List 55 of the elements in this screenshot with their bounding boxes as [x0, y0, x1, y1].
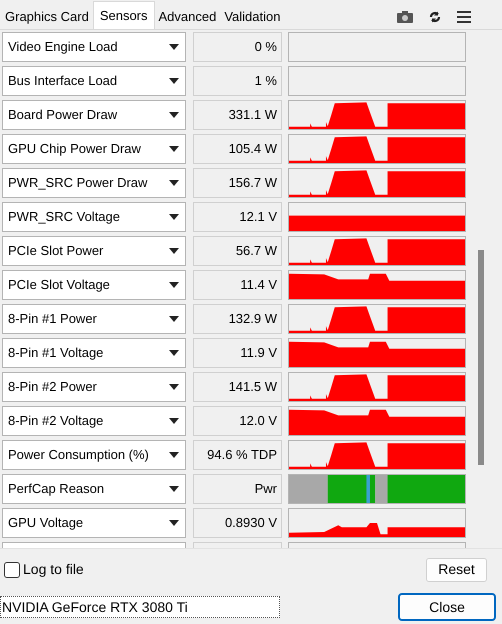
- reset-button[interactable]: Reset: [426, 558, 487, 582]
- tab[interactable]: Sensors: [92, 1, 155, 29]
- scrollbar-thumb[interactable]: [478, 250, 484, 465]
- sensor-dropdown[interactable]: Video Engine Load: [2, 32, 186, 62]
- checkbox-label: Log to file: [23, 560, 84, 579]
- dropdown-arrow-icon: [169, 112, 179, 118]
- camera-icon[interactable]: [397, 11, 413, 23]
- sensor-dropdown[interactable]: PCIe Slot Power: [2, 236, 186, 266]
- dropdown-arrow-icon: [169, 78, 179, 84]
- sensor-dropdown[interactable]: PWR_SRC Power Draw: [2, 168, 186, 198]
- sensor-value: 132.9 W: [193, 304, 282, 334]
- dropdown-arrow-icon: [169, 146, 179, 152]
- dropdown-arrow-icon: [169, 418, 179, 424]
- sensor-dropdown[interactable]: 8-Pin #2 Voltage: [2, 406, 186, 436]
- sensor-value: 0 %: [193, 32, 282, 62]
- sensor-value: Pwr: [193, 474, 282, 504]
- dropdown-arrow-icon: [169, 248, 179, 254]
- menu-icon[interactable]: [457, 11, 471, 23]
- sensor-value: 156.7 W: [193, 168, 282, 198]
- dropdown-arrow-icon: [169, 180, 179, 186]
- sensor-value: 11.4 V: [193, 270, 282, 300]
- sensor-value: 331.1 W: [193, 100, 282, 130]
- sensor-dropdown[interactable]: PCIe Slot Voltage: [2, 270, 186, 300]
- sensor-dropdown[interactable]: GPU Chip Power Draw: [2, 134, 186, 164]
- checkbox[interactable]: [4, 562, 20, 578]
- sensor-dropdown[interactable]: 8-Pin #1 Power: [2, 304, 186, 334]
- dropdown-arrow-icon: [169, 452, 179, 458]
- sensor-value: 56.7 W: [193, 236, 282, 266]
- device-dropdown[interactable]: NVIDIA GeForce RTX 3080 Ti: [0, 596, 280, 618]
- dropdown-arrow-icon: [169, 316, 179, 322]
- sensor-value: 94.6 % TDP: [193, 440, 282, 470]
- dropdown-arrow-icon: [169, 384, 179, 390]
- sensor-dropdown[interactable]: PWR_SRC Voltage: [2, 202, 186, 232]
- sensor-dropdown[interactable]: 8-Pin #2 Power: [2, 372, 186, 402]
- dropdown-arrow-icon: [169, 44, 179, 50]
- sensor-value: 12.0 V: [193, 406, 282, 436]
- refresh-icon[interactable]: [429, 11, 441, 23]
- sensor-dropdown[interactable]: Bus Interface Load: [2, 66, 186, 96]
- sensor-value: 11.9 V: [193, 338, 282, 368]
- sensor-value: 141.5 W: [193, 372, 282, 402]
- sensor-dropdown[interactable]: PerfCap Reason: [2, 474, 186, 504]
- sensor-value: 105.4 W: [193, 134, 282, 164]
- sensor-dropdown[interactable]: GPU Voltage: [2, 508, 186, 538]
- close-button[interactable]: Close: [398, 593, 496, 621]
- sensor-dropdown[interactable]: 8-Pin #1 Voltage: [2, 338, 186, 368]
- dropdown-arrow-icon: [169, 520, 179, 526]
- sensor-value: 0.8930 V: [193, 508, 282, 538]
- sensor-value: 12.1 V: [193, 202, 282, 232]
- sensor-dropdown[interactable]: Board Power Draw: [2, 100, 186, 130]
- dropdown-arrow-icon: [169, 214, 179, 220]
- sensor-value: 1 %: [193, 66, 282, 96]
- dropdown-arrow-icon: [169, 350, 179, 356]
- sensor-dropdown[interactable]: Power Consumption (%): [2, 440, 186, 470]
- dropdown-arrow-icon: [169, 282, 179, 288]
- dropdown-arrow-icon: [169, 486, 179, 492]
